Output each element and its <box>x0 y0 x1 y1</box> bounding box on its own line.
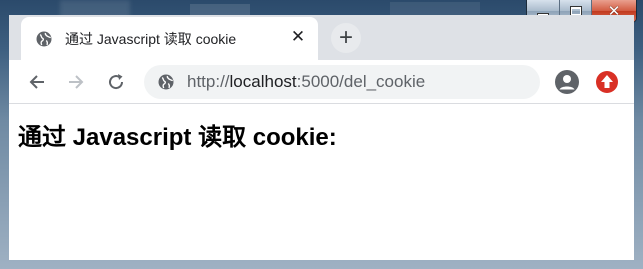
forward-button[interactable] <box>62 68 90 96</box>
reload-icon <box>109 74 124 90</box>
account-circle-icon[interactable] <box>554 69 580 95</box>
address-bar[interactable]: http://localhost:5000/del_cookie <box>144 65 540 99</box>
url-scheme: http:// <box>187 72 230 91</box>
tab-active[interactable]: 通过 Javascript 读取 cookie ✕ <box>21 17 318 60</box>
toolbar: http://localhost:5000/del_cookie <box>9 60 634 104</box>
tab-title: 通过 Javascript 读取 cookie <box>65 31 237 47</box>
browser-window: 通过 Javascript 读取 cookie ✕ + http://local… <box>9 15 634 260</box>
back-button[interactable] <box>23 68 51 96</box>
page-content: 通过 Javascript 读取 cookie: <box>9 104 634 260</box>
url-host: localhost <box>229 72 297 91</box>
url-text[interactable]: http://localhost:5000/del_cookie <box>187 72 425 92</box>
arrow-right-icon <box>69 75 84 89</box>
reload-button[interactable] <box>102 68 130 96</box>
page-heading: 通过 Javascript 读取 cookie: <box>18 124 337 151</box>
red-circle-up-arrow-icon[interactable] <box>595 70 619 94</box>
plus-icon: + <box>338 24 353 51</box>
globe-icon <box>36 31 52 47</box>
tab-strip: 通过 Javascript 读取 cookie ✕ + <box>9 15 634 60</box>
new-tab-button[interactable]: + <box>331 23 361 53</box>
url-path: :5000/del_cookie <box>296 72 426 91</box>
arrow-left-icon <box>29 75 44 89</box>
close-icon[interactable]: ✕ <box>288 27 308 47</box>
globe-icon[interactable] <box>157 73 175 91</box>
